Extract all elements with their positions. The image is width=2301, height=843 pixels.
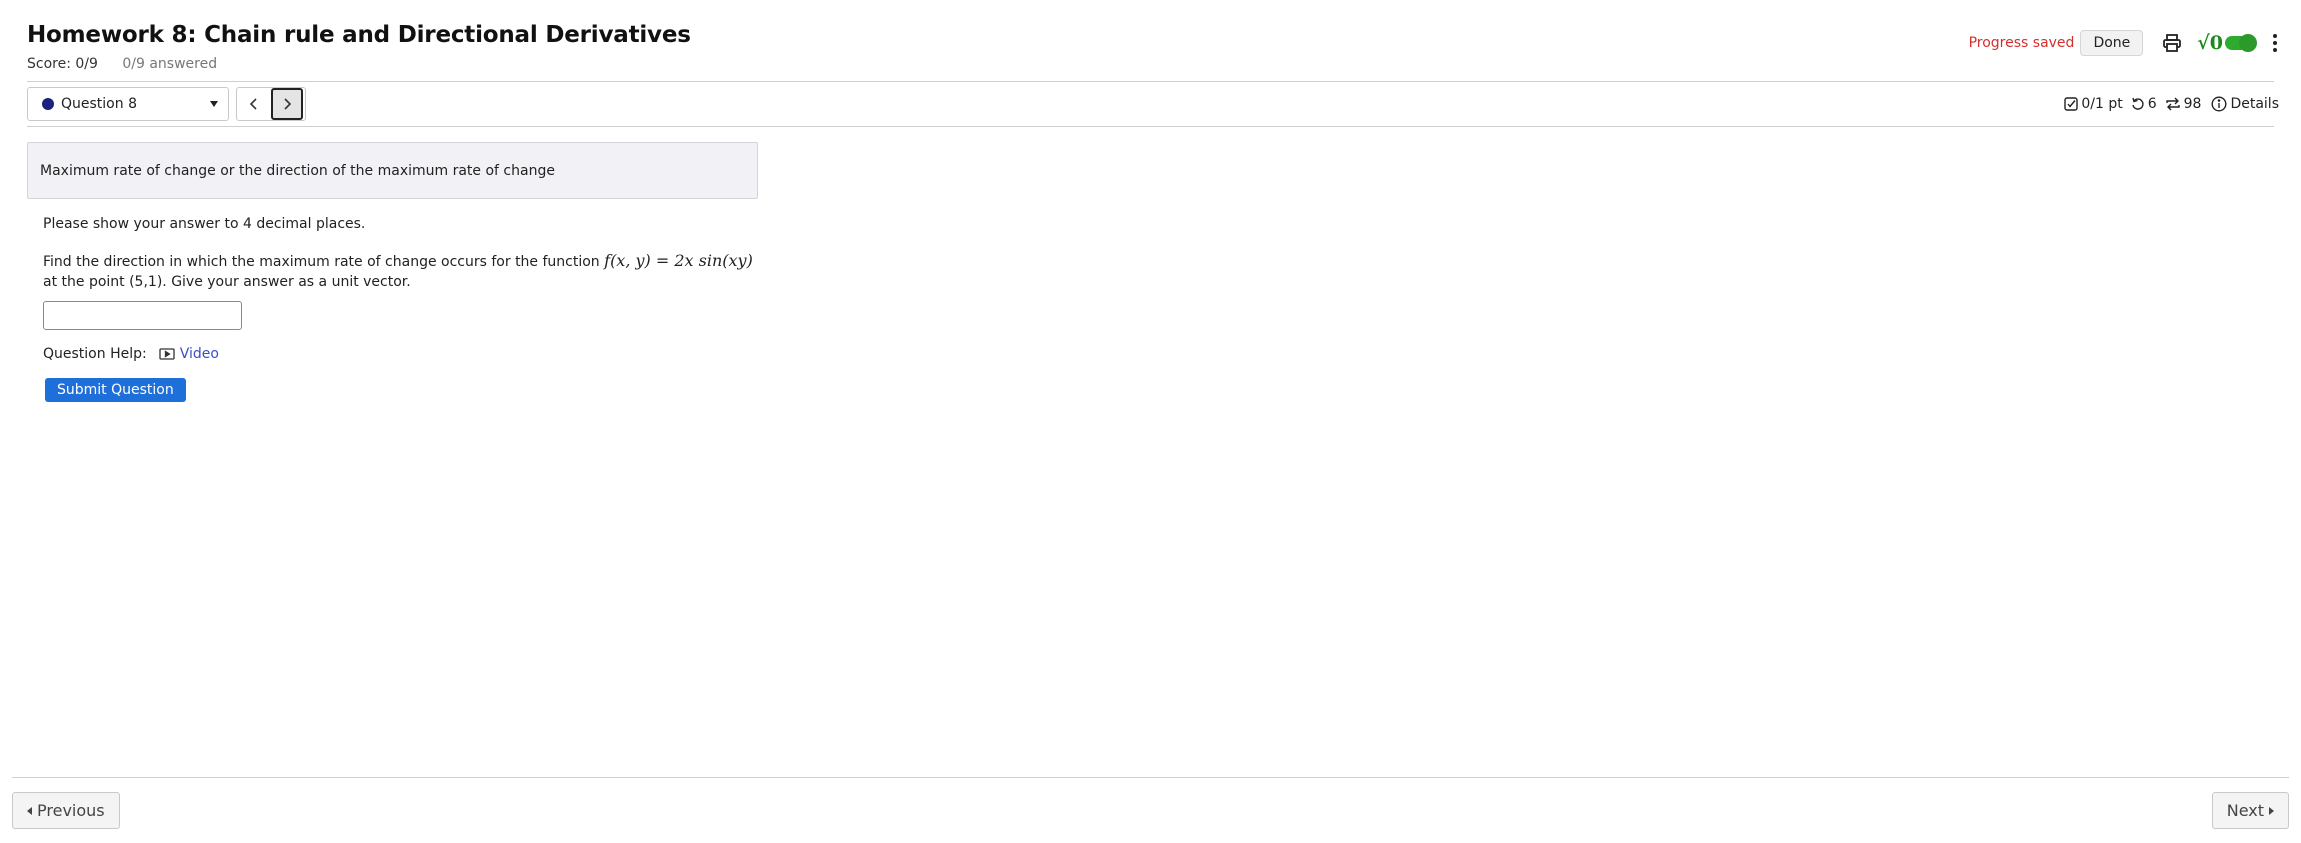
video-link[interactable]: Video xyxy=(159,346,219,362)
page-title: Homework 8: Chain rule and Directional D… xyxy=(27,22,691,48)
page-header: Homework 8: Chain rule and Directional D… xyxy=(27,22,691,72)
done-button[interactable]: Done xyxy=(2080,30,2144,56)
question-prompt: Find the direction in which the maximum … xyxy=(43,251,763,292)
prev-question-button[interactable] xyxy=(237,88,271,120)
video-icon xyxy=(159,348,175,360)
question-select[interactable]: Question 8 xyxy=(27,87,229,121)
attempts-stat: 98 xyxy=(2165,96,2202,112)
next-label: Next xyxy=(2226,801,2264,820)
answer-input[interactable] xyxy=(43,301,242,330)
video-link-label: Video xyxy=(179,346,219,362)
triangle-right-icon xyxy=(2269,806,2274,815)
math-toggle-icon: √0 xyxy=(2197,32,2223,54)
question-stats: 0/1 pt 6 98 Details xyxy=(2056,96,2279,112)
points-stat: 0/1 pt xyxy=(2064,96,2123,112)
caret-down-icon xyxy=(210,101,218,107)
attempts-icon xyxy=(2165,97,2180,111)
question-instruction: Please show your answer to 4 decimal pla… xyxy=(43,216,366,232)
question-banner: Maximum rate of change or the direction … xyxy=(27,142,758,199)
attempts-count: 98 xyxy=(2183,96,2202,112)
score-text: Score: 0/9 xyxy=(27,56,98,72)
footer-divider xyxy=(12,777,2289,778)
question-prompt-end: at the point (5,1). Give your answer as … xyxy=(43,274,411,290)
retries-stat: 6 xyxy=(2131,96,2157,112)
question-help: Question Help: Video xyxy=(43,346,763,362)
math-toggle[interactable]: √0 xyxy=(2197,32,2257,54)
next-question-button[interactable] xyxy=(271,88,303,120)
retry-icon xyxy=(2132,97,2144,110)
question-body: Please show your answer to 4 decimal pla… xyxy=(43,216,763,402)
chevron-left-icon xyxy=(249,98,257,110)
kebab-menu-icon[interactable] xyxy=(2271,34,2279,52)
details-button[interactable]: Details xyxy=(2211,96,2279,112)
points-text: 0/1 pt xyxy=(2081,96,2123,112)
score-line: Score: 0/9 0/9 answered xyxy=(27,56,691,72)
progress-saved-status: Progress saved xyxy=(1968,35,2075,51)
chevron-right-icon xyxy=(284,98,292,110)
math-toggle-switch[interactable] xyxy=(2225,34,2257,52)
question-status-dot xyxy=(42,98,54,110)
info-icon xyxy=(2211,96,2227,112)
print-icon[interactable] xyxy=(2161,32,2183,54)
previous-button[interactable]: Previous xyxy=(12,792,120,829)
checkbox-icon xyxy=(2064,97,2079,111)
header-actions: Progress saved Done √0 xyxy=(1969,30,2279,56)
toolbar-divider xyxy=(27,126,2274,127)
question-prompt-start: Find the direction in which the maximum … xyxy=(43,254,605,270)
previous-label: Previous xyxy=(37,801,105,820)
triangle-left-icon xyxy=(27,806,32,815)
answered-count: 0/9 answered xyxy=(122,56,218,72)
retries-count: 6 xyxy=(2147,96,2157,112)
next-button[interactable]: Next xyxy=(2211,792,2289,829)
question-help-label: Question Help: xyxy=(43,346,147,362)
question-nav-group xyxy=(236,87,306,121)
submit-question-button[interactable]: Submit Question xyxy=(45,378,186,402)
function-formula: f(x, y) = 2x sin(xy) xyxy=(604,251,753,270)
details-label: Details xyxy=(2230,96,2279,112)
question-select-value: Question 8 xyxy=(61,96,137,112)
header-divider xyxy=(27,81,2274,82)
